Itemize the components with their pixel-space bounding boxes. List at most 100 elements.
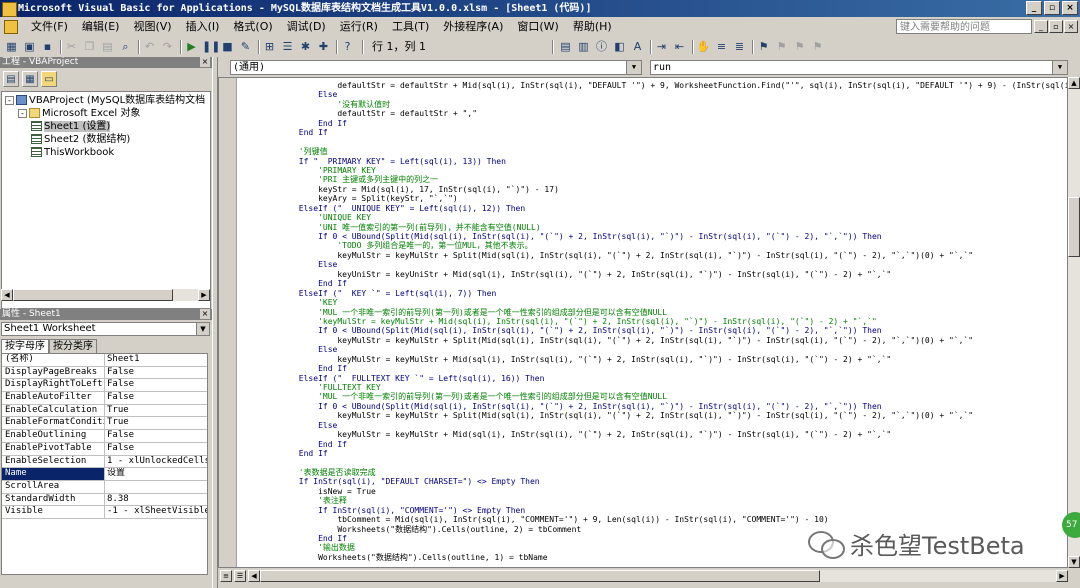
menu-item[interactable]: 帮助(H) <box>566 19 619 35</box>
code-line[interactable]: ElseIf (" FULLTEXT KEY `" = Left(sql(i),… <box>241 374 1067 383</box>
property-value[interactable]: True <box>105 405 207 417</box>
code-line[interactable]: '表注释 <box>241 496 1067 505</box>
tree-item[interactable]: - VBAProject (MySQL数据库表结构文档 <box>5 94 205 107</box>
property-value[interactable]: False <box>105 392 207 404</box>
code-line[interactable]: ElseIf (" UNIQUE KEY" = Left(sql(i), 12)… <box>241 204 1067 213</box>
menu-item[interactable]: 视图(V) <box>126 19 178 35</box>
code-line[interactable]: 'UNI 唯一值索引的第一列(前导列)，并不能含有空值(NULL) <box>241 223 1067 232</box>
code-line[interactable]: defaultStr = defaultStr + Mid(sql(i), In… <box>241 81 1067 90</box>
code-line[interactable]: If 0 < UBound(Split(Mid(sql(i), InStr(sq… <box>241 402 1067 411</box>
menu-item[interactable]: 运行(R) <box>333 19 385 35</box>
indent-icon[interactable]: ⇥ <box>654 40 669 54</box>
chevron-down-icon[interactable]: ▼ <box>1052 61 1067 74</box>
toggle-folders-icon[interactable]: ▭ <box>41 71 57 87</box>
complete-word-icon[interactable]: A <box>630 40 645 54</box>
mdi-minimize-button[interactable]: _ <box>1034 20 1048 33</box>
code-line[interactable]: keyAry = Split(keyStr, "`,`") <box>241 194 1067 203</box>
help-icon[interactable]: ? <box>340 40 355 54</box>
property-value[interactable]: 8.38 <box>105 494 207 506</box>
property-row[interactable]: EnablePivotTable False <box>2 442 207 456</box>
cut-icon[interactable]: ✂ <box>64 40 79 54</box>
list-constants-icon[interactable]: ▥ <box>576 40 591 54</box>
insert-userform-icon[interactable]: ▣ <box>22 40 37 54</box>
redo-icon[interactable]: ↷ <box>160 40 175 54</box>
code-line[interactable]: If InStr(sql(i), "DEFAULT CHARSET=") <> … <box>241 477 1067 486</box>
menu-item[interactable]: 调试(D) <box>280 19 333 35</box>
tree-item[interactable]: Sheet1 (设置) <box>31 120 111 133</box>
property-row[interactable]: DisplayPageBreaks False <box>2 366 207 380</box>
document-icon[interactable] <box>4 20 18 34</box>
code-line[interactable]: keyMulStr = keyMulStr + Split(Mid(sql(i)… <box>241 336 1067 345</box>
menu-item[interactable]: 格式(O) <box>226 19 279 35</box>
chevron-down-icon[interactable]: ▼ <box>626 61 641 74</box>
property-row[interactable]: EnableCalculation True <box>2 404 207 418</box>
code-line[interactable]: keyMulStr = keyMulStr + Mid(sql(i), InSt… <box>241 355 1067 364</box>
close-button[interactable]: × <box>1062 1 1078 15</box>
code-line[interactable]: keyMulStr = keyMulStr + Split(Mid(sql(i)… <box>241 251 1067 260</box>
toggle-bookmark-icon[interactable]: ⚑ <box>756 40 771 54</box>
code-line[interactable]: 'keyMulStr = keyMulStr + Mid(sql(i), InS… <box>241 317 1067 326</box>
property-value[interactable]: True <box>105 417 207 429</box>
code-line[interactable]: If " PRIMARY KEY" = Left(sql(i), 13)) Th… <box>241 157 1067 166</box>
property-row[interactable]: DisplayRightToLeft False <box>2 379 207 393</box>
indicator-margin[interactable] <box>219 78 237 567</box>
property-value[interactable]: False <box>105 379 207 391</box>
code-line[interactable]: If 0 < UBound(Split(Mid(sql(i), InStr(sq… <box>241 232 1067 241</box>
tree-item[interactable]: Sheet2 (数据结构) <box>31 133 130 146</box>
tree-item[interactable]: ThisWorkbook <box>31 146 114 159</box>
view-excel-icon[interactable]: ▦ <box>4 40 19 54</box>
code-line[interactable]: 'PRIMARY KEY <box>241 166 1067 175</box>
list-properties-icon[interactable]: ▤ <box>558 40 573 54</box>
procedure-view-icon[interactable]: ≡ <box>220 570 232 582</box>
comment-block-icon[interactable]: ≡ <box>714 40 729 54</box>
code-line[interactable]: defaultStr = defaultStr + "," <box>241 109 1067 118</box>
restore-button[interactable]: ▫ <box>1044 1 1060 15</box>
scroll-up-icon[interactable]: ▲ <box>1068 77 1080 89</box>
code-line[interactable]: If InStr(sql(i), "COMMENT='") <> Empty T… <box>241 506 1067 515</box>
collapse-icon[interactable]: - <box>18 108 27 118</box>
uncomment-block-icon[interactable]: ≣ <box>732 40 747 54</box>
object-browser-icon[interactable]: ✱ <box>298 40 313 54</box>
parameter-info-icon[interactable]: ◧ <box>612 40 627 54</box>
code-line[interactable]: 'TODO 多列组合是唯一的，第一位MUL，其他不表示。 <box>241 241 1067 250</box>
property-row[interactable]: Name 设置 <box>2 468 207 481</box>
procedure-combo[interactable]: run ▼ <box>650 60 1068 75</box>
property-row[interactable]: ScrollArea <box>2 480 207 494</box>
tab-alphabetic[interactable]: 按字母序 <box>1 339 49 353</box>
property-row[interactable]: EnableFormatConditionsTrue <box>2 417 207 431</box>
code-hscroll[interactable]: ◀ ▶ <box>248 570 1068 582</box>
paste-icon[interactable]: ▤ <box>100 40 115 54</box>
tree-item[interactable]: - Microsoft Excel 对象 <box>18 107 140 120</box>
chevron-down-icon[interactable]: ▼ <box>196 323 209 335</box>
code-line[interactable]: 'UNIQUE KEY <box>241 213 1067 222</box>
code-line[interactable]: ElseIf (" KEY `" = Left(sql(i), 7)) Then <box>241 289 1067 298</box>
code-line[interactable]: '列键值 <box>241 147 1067 156</box>
scroll-thumb[interactable] <box>1068 197 1080 257</box>
menu-item[interactable]: 窗口(W) <box>510 19 565 35</box>
properties-window-icon[interactable]: ☰ <box>280 40 295 54</box>
toggle-breakpoint-icon[interactable]: ✋ <box>696 40 711 54</box>
menu-item[interactable]: 外接程序(A) <box>436 19 510 35</box>
help-search-input[interactable]: 键入需要帮助的问题 <box>896 19 1032 34</box>
code-line[interactable]: End If <box>241 279 1067 288</box>
view-code-icon[interactable]: ▤ <box>3 71 19 87</box>
properties-object-select[interactable]: Sheet1 Worksheet ▼ <box>1 322 210 336</box>
toolbox-icon[interactable]: ✚ <box>316 40 331 54</box>
code-line[interactable]: Else <box>241 260 1067 269</box>
code-line[interactable]: Else <box>241 90 1067 99</box>
property-value[interactable]: -1 - xlSheetVisible <box>105 506 207 518</box>
code-line[interactable]: End If <box>241 449 1067 458</box>
project-explorer-icon[interactable]: ⊞ <box>262 40 277 54</box>
find-icon[interactable]: ⌕ <box>118 40 133 54</box>
code-line[interactable]: 'KEY <box>241 298 1067 307</box>
menu-item[interactable]: 文件(F) <box>24 19 75 35</box>
scroll-thumb[interactable] <box>260 570 820 582</box>
break-icon[interactable]: ❚❚ <box>202 40 220 54</box>
project-tree-hscroll[interactable]: ◀ ▶ <box>1 289 210 301</box>
property-row[interactable]: StandardWidth 8.38 <box>2 493 207 507</box>
code-line[interactable]: End If <box>241 364 1067 373</box>
property-row[interactable]: (名称) Sheet1 <box>2 354 207 367</box>
menu-item[interactable]: 插入(I) <box>179 19 227 35</box>
object-combo[interactable]: (通用) ▼ <box>230 60 642 75</box>
code-line[interactable]: '表数据是否读取完成 <box>241 468 1067 477</box>
